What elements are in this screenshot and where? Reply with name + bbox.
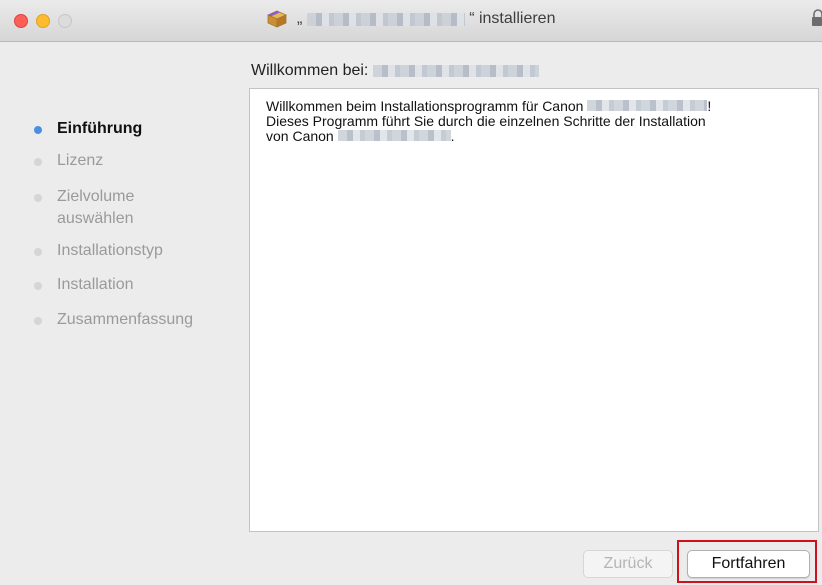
step-dot-icon [34, 282, 42, 290]
welcome-text-panel[interactable]: Willkommen beim Installationsprogramm fü… [249, 88, 819, 532]
welcome-line-2: Dieses Programm führt Sie durch die einz… [266, 113, 706, 129]
step-zielvolume: Zielvolume auswählen [34, 186, 177, 230]
step-dot-icon [34, 248, 42, 256]
step-dot-icon [34, 158, 42, 166]
step-einfuehrung: Einführung [34, 118, 142, 140]
redacted-product-name [306, 12, 465, 26]
title-open-quote: „ [296, 10, 303, 27]
title-suffix: “ installieren [469, 10, 556, 27]
step-zusammenfassung: Zusammenfassung [34, 309, 193, 331]
continue-button-highlight [677, 540, 817, 583]
welcome-line-1: Willkommen beim Installationsprogramm fü… [266, 98, 584, 114]
window-title: „ “ installieren [0, 10, 822, 28]
package-icon [266, 10, 287, 28]
step-installation: Installation [34, 274, 134, 296]
redacted-product-name [337, 130, 451, 141]
step-installationstyp: Installationstyp [34, 240, 163, 262]
redacted-product-name [587, 100, 708, 111]
back-button[interactable]: Zurück [583, 550, 673, 578]
welcome-heading: Willkommen bei: [251, 62, 539, 80]
title-bar: „ “ installieren [0, 0, 822, 42]
welcome-heading-label: Willkommen bei: [251, 62, 369, 79]
step-dot-icon [34, 317, 42, 325]
step-dot-icon [34, 194, 42, 202]
welcome-text: Willkommen beim Installationsprogramm fü… [266, 98, 712, 144]
step-lizenz: Lizenz [34, 150, 103, 172]
lock-icon [812, 9, 822, 26]
redacted-product-name [372, 65, 539, 77]
step-dot-icon [34, 126, 42, 134]
welcome-line-3: von Canon [266, 128, 334, 144]
